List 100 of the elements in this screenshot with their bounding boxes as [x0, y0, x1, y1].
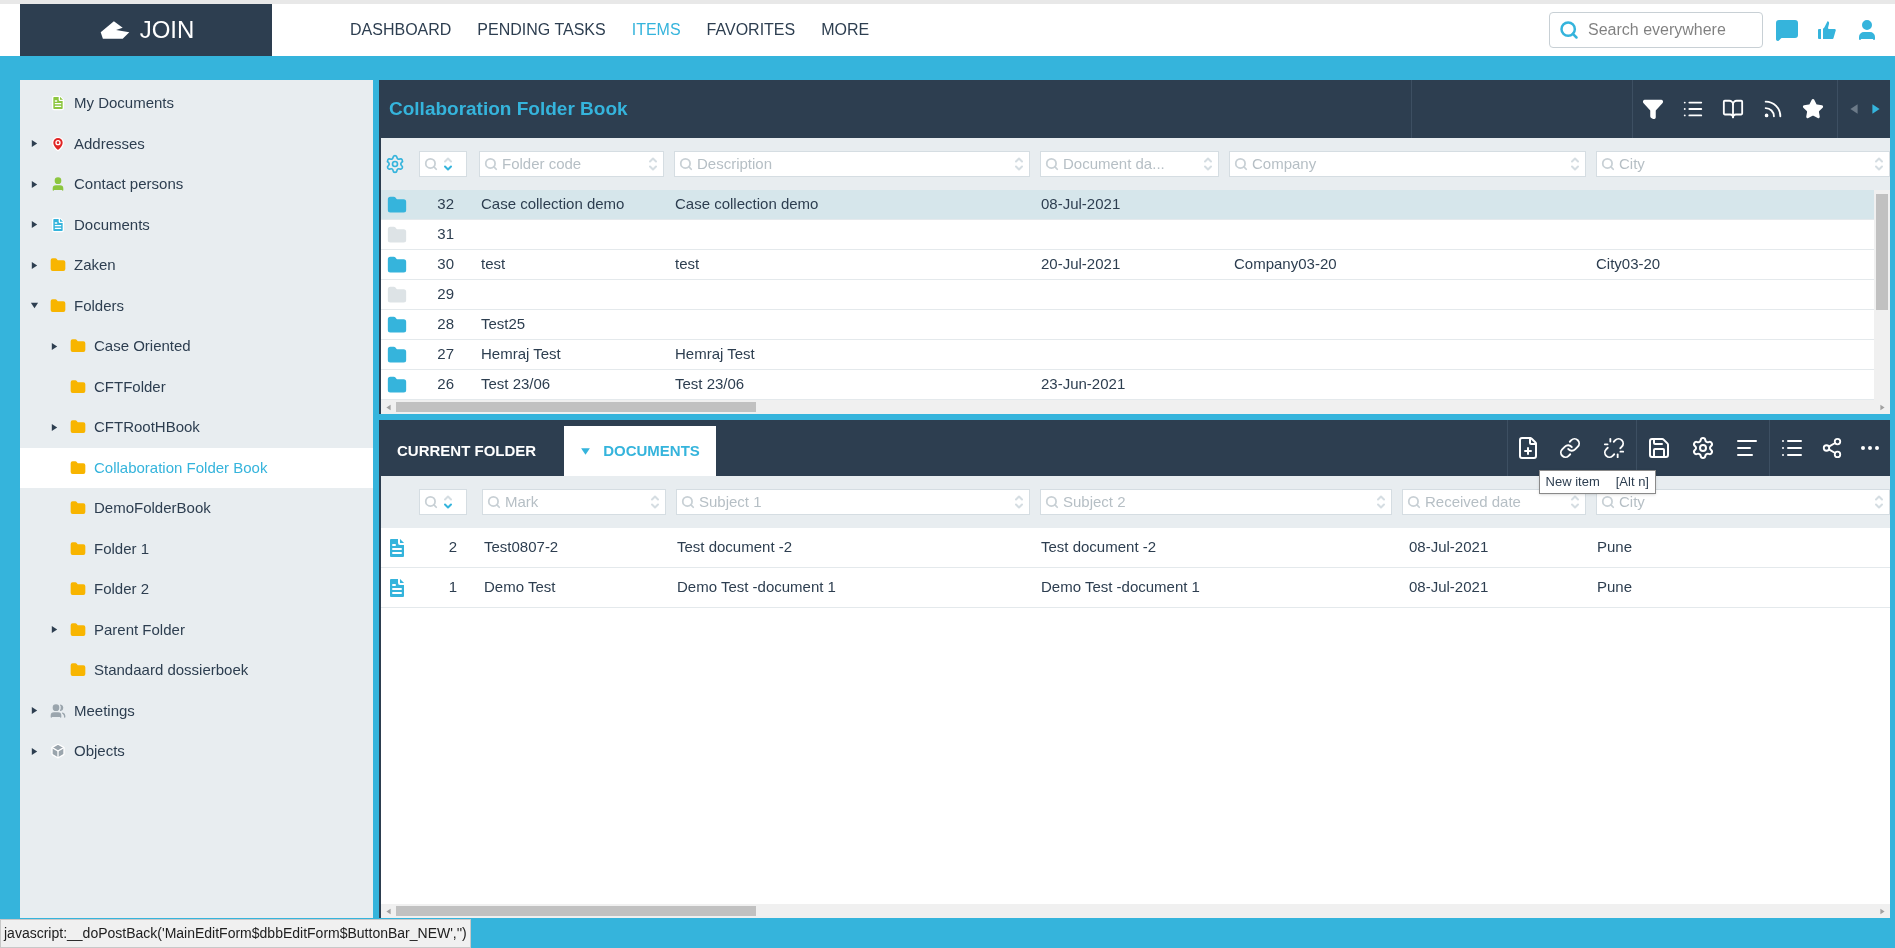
menu-link[interactable]: MORE: [821, 18, 870, 42]
expand-arrow-icon[interactable]: [49, 422, 59, 432]
table-cell-text: Test document -2: [1040, 537, 1158, 558]
table-cell-text: Demo Test -document 1: [676, 577, 837, 598]
status-bar: javascript:__doPostBack('MainEditForm$dbbEditForm$ButtonBar_NEW',''): [0, 919, 471, 948]
folder-icon: [387, 254, 407, 275]
tooltip-label: New item: [1545, 473, 1600, 491]
folder-icon: [70, 459, 86, 476]
document-icon: [50, 95, 66, 112]
expand-arrow-icon[interactable]: [29, 706, 39, 716]
sidebar-item[interactable]: CFTFolder: [20, 366, 373, 407]
folder-icon: [70, 540, 86, 557]
table-cell-text: 31: [436, 224, 455, 245]
expand-arrow-icon[interactable]: [29, 179, 39, 189]
search-icon: [1601, 495, 1615, 509]
sort-field[interactable]: [419, 489, 467, 515]
collapse-arrow-icon[interactable]: [29, 301, 39, 311]
table-cell-text: Test25: [480, 314, 527, 335]
folder-icon: [387, 314, 407, 335]
folder-icon: [50, 297, 66, 314]
menu-link[interactable]: DASHBOARD: [350, 18, 452, 42]
table-cell-text: Company03-20: [1233, 254, 1338, 275]
folder-icon: [387, 374, 407, 395]
expand-arrow-icon[interactable]: [29, 746, 39, 756]
table-row[interactable]: 1 Demo Test Demo Test -document 1 Demo Test -document 1 08-Jul-2021 Pune: [381, 568, 1890, 608]
tooltip-shortcut: [Alt n]: [1615, 473, 1649, 491]
menu-link[interactable]: FAVORITES: [706, 18, 796, 42]
folder-icon: [70, 581, 86, 598]
table-cell-text: test: [480, 254, 507, 275]
table-cell-text: 20-Jul-2021: [1040, 254, 1122, 275]
table-cell-text: 27: [436, 344, 455, 365]
next-icon[interactable]: [1870, 103, 1882, 115]
menu-link[interactable]: PENDING TASKS: [477, 18, 606, 42]
table-cell-text: 23-Jun-2021: [1040, 374, 1127, 395]
table-cell-text: 08-Jul-2021: [1408, 537, 1490, 558]
expand-arrow-icon[interactable]: [29, 260, 39, 270]
search-icon: [1234, 157, 1248, 171]
expand-arrow-icon[interactable]: [49, 341, 59, 351]
expand-arrow-icon[interactable]: [29, 220, 39, 230]
table-row[interactable]: 32 Case collection demo Case collection demo 08-Jul-2021: [381, 190, 1874, 220]
table-cell-text: Case collection demo: [674, 194, 820, 215]
search-icon: [424, 157, 438, 171]
search-icon: [1559, 20, 1579, 40]
table-cell-text: Test 23/06: [480, 374, 552, 395]
folder-icon: [387, 224, 407, 245]
table-cell-text: 1: [447, 577, 458, 598]
search-icon: [1045, 495, 1059, 509]
thumbs-up-icon[interactable]: [1815, 18, 1839, 42]
search-icon: [484, 157, 498, 171]
sidebar-item[interactable]: Parent Folder: [20, 609, 373, 650]
sidebar-item[interactable]: Zaken: [20, 245, 373, 286]
expand-arrow-icon[interactable]: [29, 139, 39, 149]
search-field[interactable]: Search everywhere: [1549, 12, 1763, 48]
table-cell-text: Hemraj Test: [674, 344, 756, 365]
search-icon: [424, 495, 438, 509]
logo[interactable]: JOIN: [20, 4, 272, 56]
sidebar-item[interactable]: Contact persons: [20, 164, 373, 205]
search-icon: [1407, 495, 1421, 509]
panel-title: Collaboration Folder Book: [389, 96, 629, 121]
sidebar-item[interactable]: Folders: [20, 285, 373, 326]
folder-icon: [50, 257, 66, 274]
folder-icon: [70, 662, 86, 679]
sidebar-item[interactable]: DemoFolderBook: [20, 488, 373, 529]
folder-icon: [387, 344, 407, 365]
table-cell-text: Pune: [1596, 577, 1634, 598]
expand-arrow-icon[interactable]: [49, 625, 59, 635]
sidebar-item[interactable]: Folder 1: [20, 528, 373, 569]
search-icon: [1601, 157, 1615, 171]
folder-icon: [70, 419, 86, 436]
sidebar-item[interactable]: Folder 2: [20, 569, 373, 610]
folder-icon: [387, 194, 407, 215]
sidebar-item[interactable]: CFTRootHBook: [20, 407, 373, 448]
sidebar-item[interactable]: My Documents: [20, 83, 373, 124]
folder-icon: [70, 378, 86, 395]
vertical-scrollbar[interactable]: [1874, 190, 1890, 400]
table-cell-text: test: [674, 254, 701, 275]
table-row[interactable]: 2 Test0807-2 Test document -2 Test document -2 08-Jul-2021 Pune: [381, 528, 1890, 568]
folder-icon: [70, 621, 86, 638]
sidebar-item[interactable]: Case Oriented: [20, 326, 373, 367]
tab[interactable]: CURRENT FOLDER: [381, 426, 553, 476]
table-cell-text: City03-20: [1595, 254, 1662, 275]
table-cell-text: Hemraj Test: [480, 344, 562, 365]
sidebar-item[interactable]: Objects: [20, 731, 373, 772]
document-icon: [50, 216, 66, 233]
table-cell-text: Test0807-2: [483, 537, 560, 558]
people-icon: [50, 702, 66, 719]
sidebar-item[interactable]: Addresses: [20, 123, 373, 164]
sort-field[interactable]: [419, 151, 467, 177]
sidebar-item[interactable]: Standaard dossierboek: [20, 650, 373, 691]
sidebar-item[interactable]: Documents: [20, 204, 373, 245]
sidebar-item[interactable]: Meetings: [20, 690, 373, 731]
table-cell-text: 28: [436, 314, 455, 335]
folder-icon: [70, 500, 86, 517]
table-cell-text: 2: [447, 537, 458, 558]
table-cell-text: 08-Jul-2021: [1408, 577, 1490, 598]
table-cell-text: 32: [436, 194, 455, 215]
search-icon: [1045, 157, 1059, 171]
search-icon: [679, 157, 693, 171]
search-icon: [487, 495, 501, 509]
previous-icon[interactable]: [1848, 103, 1860, 115]
